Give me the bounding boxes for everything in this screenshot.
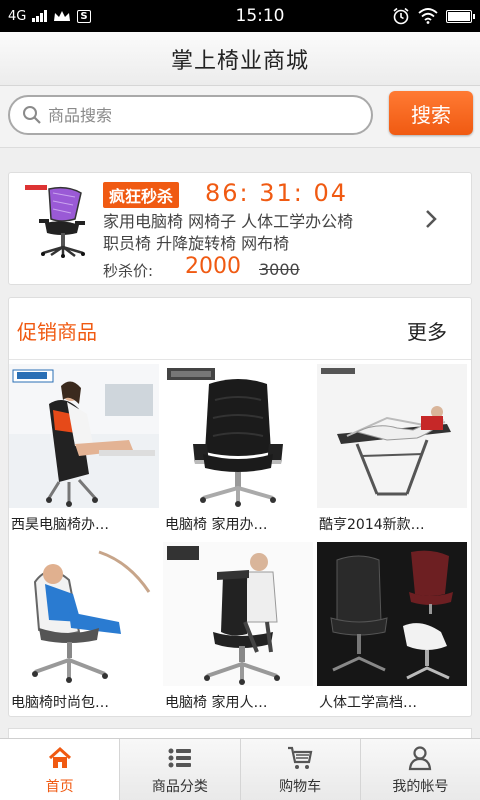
search-input[interactable]: [48, 105, 348, 125]
chevron-right-icon[interactable]: [419, 207, 443, 231]
nav-categories[interactable]: 商品分类: [120, 739, 241, 800]
search-icon: [23, 106, 41, 124]
nav-cart[interactable]: 购物车: [241, 739, 361, 800]
search-button[interactable]: 搜索: [389, 91, 473, 135]
wifi-icon: [418, 8, 438, 24]
flash-product-image: [23, 183, 95, 259]
original-price: 3000: [259, 260, 300, 279]
product-image: [9, 364, 159, 508]
network-type: 4G: [8, 8, 27, 24]
user-icon: [409, 746, 432, 771]
nav-account[interactable]: 我的帐号: [361, 739, 480, 800]
status-bar: 4G S 15:10: [0, 0, 480, 32]
nav-label: 首页: [45, 779, 74, 795]
battery-icon: [446, 9, 475, 23]
nav-label: 购物车: [279, 779, 322, 795]
promotions-header: 促销商品 更多: [9, 298, 471, 360]
countdown-timer: 86: 31: 04: [205, 179, 349, 207]
product-name: 西昊电脑椅办…: [11, 517, 109, 533]
home-icon: [48, 746, 71, 768]
promotions-section: 促销商品 更多 西昊电脑椅办… 电脑椅 家用办… 酷亨2014新款… 电脑椅时尚…: [8, 297, 472, 717]
crown-icon: [54, 11, 71, 21]
product-name: 酷亨2014新款…: [319, 517, 425, 533]
flash-sale-badge: 疯狂秒杀: [103, 182, 180, 208]
product-image: [163, 364, 313, 508]
flash-price: 2000: [185, 254, 241, 279]
product-card[interactable]: 酷亨2014新款…: [317, 364, 471, 540]
product-image: [317, 542, 467, 686]
product-name: 人体工学高档…: [319, 695, 417, 711]
s-badge-icon: S: [77, 9, 91, 23]
product-name: 电脑椅时尚包…: [11, 695, 109, 711]
flash-desc-line: 家用电脑椅 网椅子 人体工学办公椅: [103, 212, 354, 231]
product-card[interactable]: 西昊电脑椅办…: [9, 364, 163, 540]
product-card[interactable]: 人体工学高档…: [317, 542, 471, 718]
product-card[interactable]: 电脑椅时尚包…: [9, 542, 163, 718]
flash-price-label: 秒杀价:: [103, 262, 154, 280]
nav-home[interactable]: 首页: [0, 739, 121, 800]
product-image: [317, 364, 467, 508]
product-image: [163, 542, 313, 686]
cart-icon: [288, 746, 313, 769]
signal-icon: [32, 10, 48, 22]
product-name: 电脑椅 家用人…: [165, 695, 268, 711]
product-card[interactable]: 电脑椅 家用人…: [163, 542, 317, 718]
product-card[interactable]: 电脑椅 家用办…: [163, 364, 317, 540]
nav-label: 我的帐号: [392, 779, 449, 795]
flash-sale-card[interactable]: 疯狂秒杀 86: 31: 04 家用电脑椅 网椅子 人体工学办公椅 职员椅 升降…: [8, 172, 472, 285]
promotions-title: 促销商品: [17, 320, 97, 344]
app-header: 掌上椅业商城: [0, 32, 480, 86]
alarm-icon: [393, 7, 409, 25]
page-title: 掌上椅业商城: [170, 48, 309, 74]
flash-desc-line: 职员椅 升降旋转椅 网布椅: [103, 234, 290, 253]
search-box[interactable]: [8, 95, 373, 135]
bottom-nav: 首页 商品分类 购物车 我的帐号: [0, 738, 480, 800]
status-time: 15:10: [235, 6, 285, 26]
product-image: [9, 542, 159, 686]
flash-product-description: 家用电脑椅 网椅子 人体工学办公椅 职员椅 升降旋转椅 网布椅: [103, 211, 403, 255]
more-link[interactable]: 更多: [407, 316, 447, 345]
product-name: 电脑椅 家用办…: [165, 517, 268, 533]
nav-label: 商品分类: [151, 779, 208, 795]
list-icon: [168, 748, 191, 768]
search-bar: 搜索: [0, 86, 480, 148]
